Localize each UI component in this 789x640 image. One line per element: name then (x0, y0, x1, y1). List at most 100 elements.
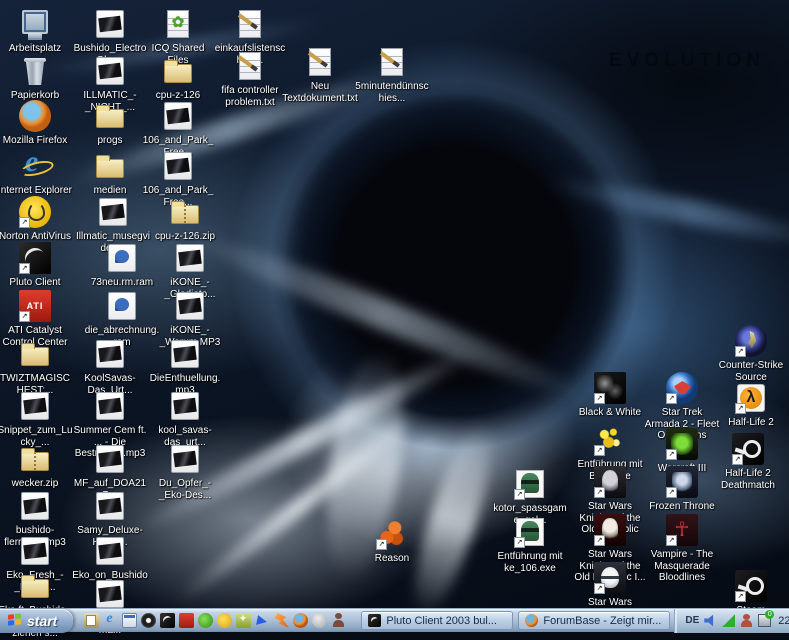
desktop-icon-du-opfer[interactable]: Du_Opfer_-_Eko-Des... (147, 443, 223, 501)
media-icon (174, 290, 206, 322)
desktop-icon-internet-explorer[interactable]: Internet Explorer (0, 145, 73, 197)
game-kotor2-icon (594, 514, 626, 546)
desktop-icon-progs[interactable]: progs (72, 100, 148, 147)
media-icon (94, 55, 126, 87)
connection-monitor-tray-icon[interactable] (758, 610, 775, 627)
task-button-1[interactable]: ForumBase - Zeigt mir... (518, 611, 671, 630)
desktop-icon-medien[interactable]: medien (72, 150, 148, 197)
media-icon (162, 150, 194, 182)
firefox-icon (19, 100, 51, 132)
desktop-icon-koolsavas-das-urt[interactable]: KoolSavas-Das_Urt... (72, 338, 148, 396)
game-wc3-icon (666, 428, 698, 460)
shortcut-arrow-overlay (19, 217, 30, 228)
taskbar-clock[interactable]: 22:57 (778, 615, 789, 627)
pluto-icon (368, 614, 382, 627)
desktop-icon-label: Half-Life 2 Deathmatch (721, 468, 775, 491)
game-kotor-icon (594, 466, 626, 498)
updater-launcher[interactable] (236, 612, 252, 628)
shortcut-arrow-overlay (594, 487, 605, 498)
desktop-icon-wecker-zip[interactable]: wecker.zip (0, 443, 73, 490)
desktop-icon-label: 5minutendünnschies... (355, 81, 429, 104)
desktop-icon-vampire-bloodlines[interactable]: Vampire - The Masquerade Bloodlines (644, 514, 720, 584)
desktop-icon-arbeitsplatz[interactable]: Arbeitsplatz (0, 8, 73, 55)
desktop-icon-pluto-client[interactable]: Pluto Client (0, 242, 73, 289)
txt-icon (234, 50, 266, 82)
desktop-icon-neu-rm-ram[interactable]: 73neu.rm.ram (84, 242, 160, 289)
shortcut-arrow-overlay (735, 591, 746, 602)
desktop-icon-label: Half-Life 2 (728, 417, 774, 428)
yellow-messenger-launcher[interactable] (217, 613, 233, 628)
desktop-icon-label: wecker.zip (11, 478, 59, 489)
shortcut-arrow-overlay (594, 535, 605, 546)
shortcut-arrow-overlay (19, 311, 30, 322)
icq-icon (162, 8, 194, 40)
contact-launcher[interactable] (331, 613, 346, 628)
ati-launcher[interactable] (179, 613, 195, 628)
desktop-icon-black-and-white[interactable]: Black & White (572, 372, 648, 419)
task-button-label: ForumBase - Zeigt mir... (543, 614, 662, 627)
desktop-icon-snippet-lucky[interactable]: Snippet_zum_Lucky_... (0, 390, 73, 448)
desktop-icon-label: Frozen Throne (649, 501, 715, 512)
desktop-icon-die-enthuellung[interactable]: DieEnthuellung.mp3 (147, 338, 223, 396)
desktop-icon-entfuehrung-ke106[interactable]: Entführung mit ke_106.exe (492, 516, 568, 574)
desktop-icon-layer: ArbeitsplatzBushido_ElectroGhe...ICQ Sha… (0, 0, 789, 639)
zipfolder-icon (19, 443, 51, 475)
desktop-icon-reason[interactable]: Reason (354, 518, 430, 565)
desktop-icon-neu-textdokument[interactable]: Neu Textdokument.txt (282, 46, 358, 104)
desktop-icon-twiztmagischest[interactable]: TWIZTMAGISCHEST:... (0, 338, 73, 396)
norton-icon (19, 196, 51, 228)
task-button-0[interactable]: Pluto Client 2003 bul... (361, 611, 514, 630)
desktop-icon-cpu-z-zip[interactable]: cpu-z-126.zip (147, 196, 223, 243)
media-icon (19, 390, 51, 422)
desktop-icon-frozen-throne[interactable]: Frozen Throne (644, 466, 720, 513)
media-player-launcher[interactable] (122, 613, 138, 628)
blue-arrow-launcher[interactable] (255, 613, 270, 628)
boba-icon (514, 516, 546, 548)
desktop-icon-label: Neu Textdokument.txt (282, 81, 358, 104)
start-button[interactable]: start (0, 608, 74, 633)
desktop-icon-fifa-controller[interactable]: fifa controller problem.txt (212, 50, 288, 108)
desktop-icon-label: 73neu.rm.ram (90, 277, 154, 288)
messenger-tray-icon[interactable] (740, 614, 753, 627)
game-cs-icon (735, 325, 767, 357)
volume-tray-icon[interactable] (704, 614, 714, 627)
media-icon (162, 100, 194, 132)
network-signal-tray-icon[interactable] (722, 614, 736, 627)
internet-explorer-launcher[interactable] (103, 611, 118, 628)
media-icon (169, 390, 201, 422)
folder-icon (94, 150, 126, 182)
desktop-icon-fuenf-minuten[interactable]: 5minutendünnschies... (354, 46, 430, 104)
desktop-icon-papierkorb[interactable]: Papierkorb (0, 55, 73, 102)
pluto-client-launcher[interactable] (160, 613, 176, 628)
shortcut-arrow-overlay (594, 393, 605, 404)
shortcut-arrow-overlay (666, 487, 677, 498)
firefox-launcher[interactable] (293, 613, 309, 628)
cd-player-launcher[interactable] (141, 613, 157, 628)
desktop-icon-label: Vampire - The Masquerade Bloodlines (650, 549, 714, 583)
desktop-icon-half-life-2-deathmatch[interactable]: Half-Life 2 Deathmatch (710, 433, 786, 491)
firefox-icon (525, 614, 539, 627)
green-player-launcher[interactable] (198, 613, 214, 628)
media-icon (19, 490, 51, 522)
language-indicator[interactable]: DE (685, 615, 699, 626)
txt-icon (234, 8, 266, 40)
media-icon (174, 242, 206, 274)
desktop-icon-label: Counter-Strike Source (718, 360, 784, 383)
winamp-launcher[interactable] (274, 613, 290, 628)
desktop-icon-mozilla-firefox[interactable]: Mozilla Firefox (0, 100, 73, 147)
shortcut-arrow-overlay (376, 539, 387, 550)
gray-app-launcher[interactable] (312, 613, 328, 628)
media-icon (94, 578, 126, 610)
desktop-icon-label: Internet Explorer (0, 185, 72, 196)
game-steam-icon (735, 570, 767, 602)
desktop-icon-kool-savas-das-urt[interactable]: kool_savas-das_urt... (147, 390, 223, 448)
desktop-icon-half-life-2[interactable]: Half-Life 2 (713, 382, 789, 429)
media-icon (94, 443, 126, 475)
folder-icon (94, 100, 126, 132)
show-desktop-button[interactable] (84, 613, 100, 628)
desktop-icon-counter-strike-source[interactable]: Counter-Strike Source (713, 325, 789, 383)
desktop-icon-cpu-z-folder[interactable]: cpu-z-126 (140, 55, 216, 102)
media-icon (94, 8, 126, 40)
media-icon (169, 338, 201, 370)
zipfolder-icon (169, 196, 201, 228)
